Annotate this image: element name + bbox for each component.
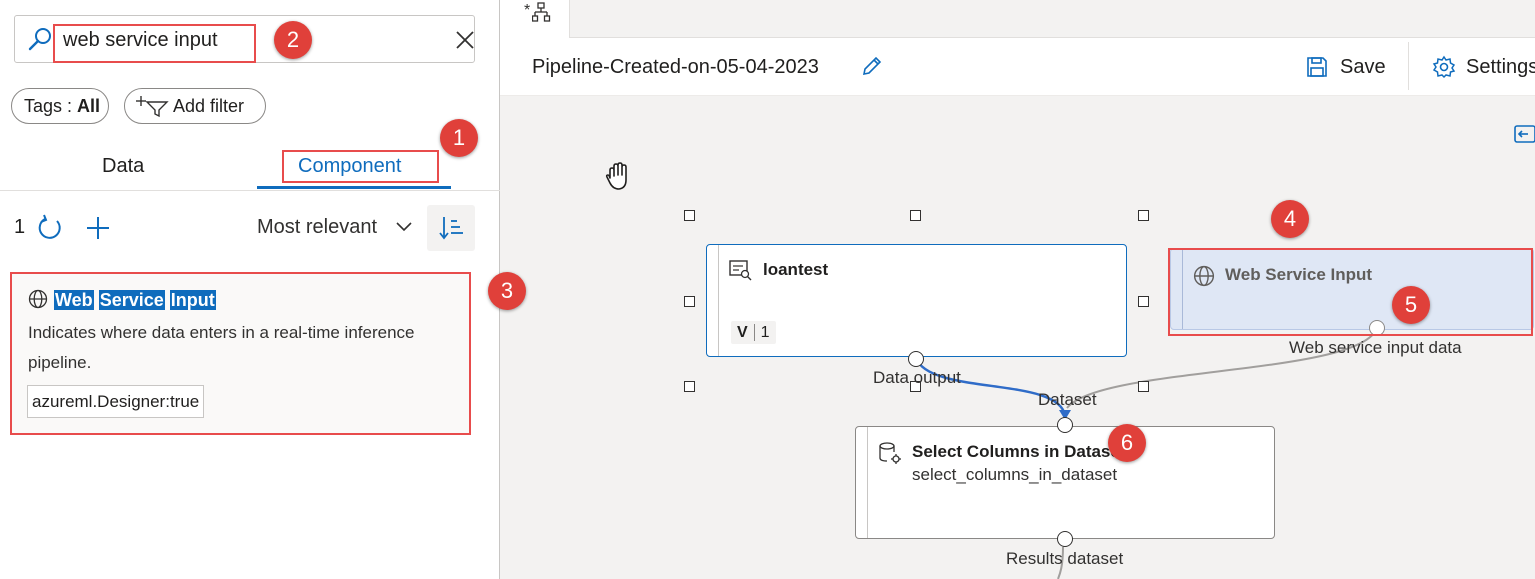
output-port[interactable] [1057, 531, 1073, 547]
node-subtitle: select_columns_in_dataset [912, 465, 1118, 484]
pipeline-icon [532, 2, 551, 22]
dataset-icon [729, 260, 752, 281]
selection-handle[interactable] [1138, 296, 1149, 307]
selection-handle[interactable] [684, 381, 695, 392]
add-icon[interactable] [84, 214, 112, 242]
annotation-highlight-tab [282, 150, 439, 183]
result-count: 1 [14, 216, 26, 238]
annotation-highlight-card [10, 272, 471, 435]
tab-selected-indicator [257, 186, 451, 189]
tab-pipeline[interactable]: * [500, 0, 570, 39]
node-title: loantest [763, 260, 829, 279]
chevron-down-icon[interactable] [395, 220, 413, 234]
version-badge[interactable]: V1 [731, 321, 776, 344]
divider [0, 190, 500, 191]
unsaved-marker: * [524, 2, 531, 19]
port-label: Web service input data [1289, 338, 1462, 357]
node-status-bar [856, 427, 868, 538]
annotation-badge: 4 [1271, 200, 1309, 238]
annotation-highlight-search [53, 24, 256, 63]
selection-handle[interactable] [684, 296, 695, 307]
selection-handle[interactable] [910, 210, 921, 221]
settings-label: Settings [1466, 55, 1535, 78]
sort-order-button[interactable] [427, 205, 475, 251]
sort-dropdown[interactable]: Most relevant [257, 216, 377, 239]
port-label: Data output [873, 368, 961, 387]
selection-handle[interactable] [1138, 381, 1149, 392]
document-tab-strip: * [500, 0, 1535, 39]
annotation-badge: 3 [488, 272, 526, 310]
save-label: Save [1340, 55, 1386, 78]
node-loantest[interactable]: loantest V1 [706, 244, 1127, 357]
version-label: V [737, 324, 748, 341]
pipeline-canvas[interactable]: loantest V1 Data output Web Service Inpu… [500, 96, 1535, 579]
node-select-columns[interactable]: Select Columns in Dataset select_columns… [855, 426, 1275, 539]
pipeline-header: Pipeline-Created-on-05-04-2023 Save Sett… [500, 38, 1535, 96]
tab-data[interactable]: Data [102, 155, 144, 178]
output-port[interactable] [908, 351, 924, 367]
selection-handle[interactable] [1138, 210, 1149, 221]
node-title: Select Columns in Dataset [912, 442, 1126, 461]
add-filter-label: Add filter [173, 95, 245, 116]
close-icon[interactable] [453, 28, 477, 52]
search-icon [28, 28, 51, 51]
sort-icon [439, 217, 463, 240]
tags-filter-value: All [77, 95, 101, 116]
save-icon [1307, 57, 1327, 77]
input-port[interactable] [1057, 417, 1073, 433]
node-status-bar [707, 245, 719, 356]
filter-add-icon [136, 96, 169, 118]
version-number: 1 [753, 324, 770, 341]
settings-button[interactable]: Settings [1432, 52, 1535, 82]
annotation-badge: 5 [1392, 286, 1430, 324]
save-button[interactable]: Save [1306, 52, 1386, 82]
port-label: Dataset [1038, 390, 1097, 409]
port-label: Results dataset [1006, 549, 1124, 568]
add-filter-button[interactable]: Add filter [124, 88, 266, 124]
refresh-icon[interactable] [36, 214, 64, 242]
selection-handle[interactable] [684, 210, 695, 221]
module-icon [879, 442, 901, 464]
annotation-badge: 2 [274, 21, 312, 59]
gear-icon [1432, 55, 1456, 79]
tags-filter-button[interactable]: Tags : All [11, 88, 109, 124]
annotation-badge: 6 [1108, 424, 1146, 462]
annotation-highlight-node [1168, 248, 1533, 336]
page-title: Pipeline-Created-on-05-04-2023 [532, 56, 819, 78]
annotation-badge: 1 [440, 119, 478, 157]
tags-filter-label: Tags : [24, 95, 78, 116]
divider [1408, 42, 1409, 90]
edit-icon[interactable] [860, 54, 884, 78]
